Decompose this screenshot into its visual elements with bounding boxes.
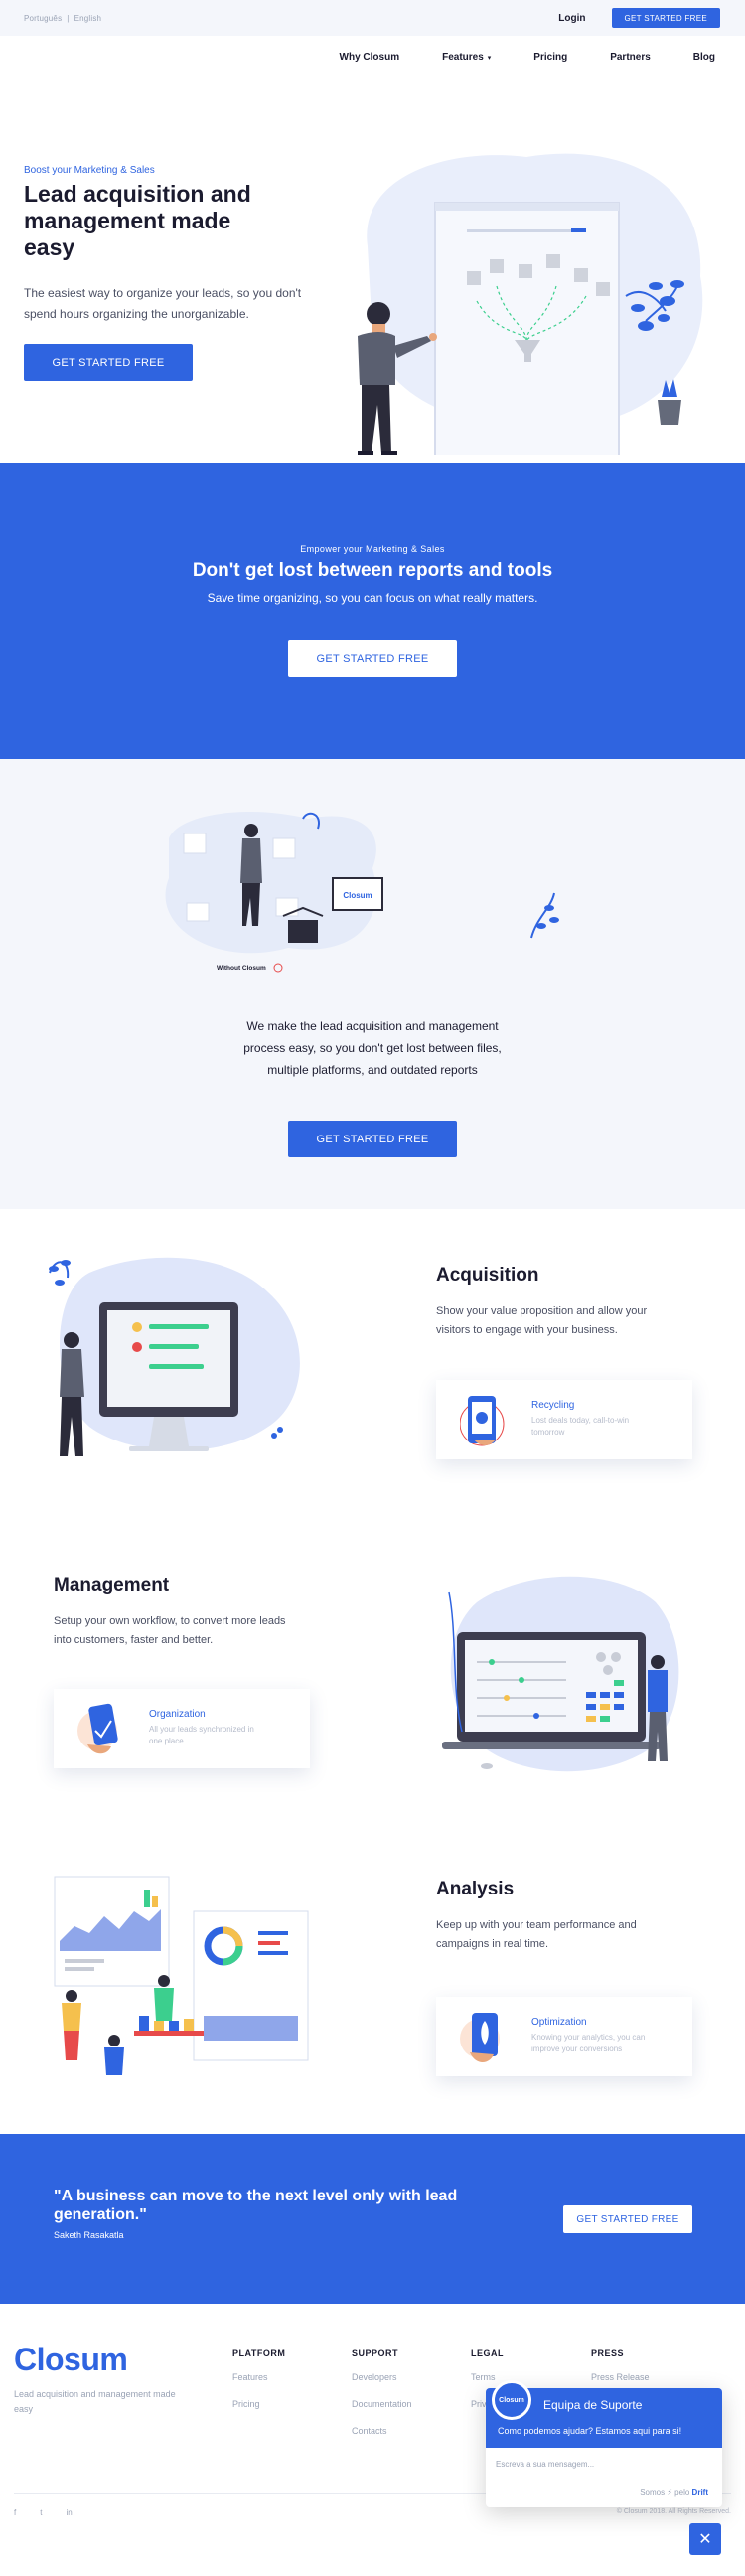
recycling-card-desc: Lost deals today, call-to-win tomorrow [531, 1416, 630, 1437]
analysis-illustration [54, 1876, 309, 2075]
cta-band: Empower your Marketing & Sales Don't get… [0, 463, 745, 759]
footer-link-press-release[interactable]: Press Release [591, 2372, 650, 2382]
acquisition-description: Show your value proposition and allow yo… [436, 1305, 648, 1336]
recycling-phone-icon [460, 1396, 505, 1446]
footer-link-contacts[interactable]: Contacts [352, 2426, 412, 2436]
hero-description: The easiest way to organize your leads, … [24, 286, 302, 321]
footer-col-heading: SUPPORT [352, 2349, 399, 2358]
quote-author: Saketh Rasakatla [54, 2230, 124, 2240]
without-closum-label: Without Closum [217, 965, 266, 972]
analysis-title: Analysis [436, 1879, 515, 1899]
nav-why-closum[interactable]: Why Closum [340, 52, 400, 63]
acquisition-section: Acquisition Show your value proposition … [0, 1209, 745, 1513]
footer-col-heading: LEGAL [471, 2349, 504, 2358]
hero-get-started-button[interactable]: GET STARTED FREE [24, 344, 193, 381]
recycling-card[interactable]: Recycling Lost deals today, call-to-win … [436, 1380, 692, 1459]
management-description: Setup your own workflow, to convert more… [54, 1615, 286, 1646]
quote-text: "A business can move to the next level o… [54, 2188, 458, 2223]
hero-section: Boost your Marketing & Sales Lead acquis… [0, 77, 745, 463]
chat-powered-by: Somos ⚡ pelo Drift [640, 2488, 708, 2497]
main-nav: Why Closum Features ▾ Pricing Partners Bl… [0, 36, 745, 77]
quote-get-started-button[interactable]: GET STARTED FREE [563, 2205, 692, 2233]
nav-blog[interactable]: Blog [693, 52, 715, 63]
optimization-card-desc: Knowing your analytics, you can improve … [531, 2033, 646, 2053]
footer-link-documentation[interactable]: Documentation [352, 2399, 412, 2409]
login-link[interactable]: Login [558, 13, 585, 24]
analysis-section: Analysis Keep up with your team performa… [0, 1817, 745, 2134]
chevron-down-icon: ▾ [487, 54, 492, 62]
language-switcher: Português | English [24, 14, 101, 23]
organization-card-title: Organization [149, 1709, 206, 1720]
chat-help-text: Como podemos ajudar? Estamos aqui para s… [498, 2426, 682, 2436]
topbar-actions: Login GET STARTED FREE [558, 8, 720, 28]
mini-logo: Closum [343, 891, 372, 900]
nav-partners[interactable]: Partners [610, 52, 651, 63]
footer-col-support: SUPPORT Developers Documentation Contact… [352, 2349, 412, 2453]
hero-kicker: Boost your Marketing & Sales [24, 165, 155, 176]
hero-illustration [358, 153, 703, 455]
acquisition-title: Acquisition [436, 1265, 539, 1286]
linkedin-icon[interactable]: in [66, 2508, 72, 2517]
without-closum-section: Closum Without Closum We make the lead a… [0, 759, 745, 1209]
copyright: © Closum 2018. All Rights Reserved. [616, 2508, 731, 2515]
social-links: f t in [14, 2508, 73, 2517]
footer-link-developers[interactable]: Developers [352, 2372, 412, 2382]
twitter-icon[interactable]: t [40, 2508, 42, 2517]
management-section: Management Setup your own workflow, to c… [0, 1513, 745, 1817]
optimization-phone-icon [460, 2013, 500, 2062]
without-closum-text: We make the lead acquisition and managem… [243, 1019, 502, 1077]
footer-logo[interactable]: Closum [14, 2342, 128, 2378]
organization-card-desc: All your leads synchronized in one place [149, 1725, 254, 1745]
band-title: Don't get lost between reports and tools [192, 560, 553, 581]
optimization-card[interactable]: Optimization Knowing your analytics, you… [436, 1997, 692, 2076]
facebook-icon[interactable]: f [14, 2508, 16, 2517]
without-closum-illustration: Closum Without Closum [165, 811, 559, 973]
lang-portuguese-link[interactable]: Português [24, 14, 62, 23]
footer-link-features[interactable]: Features [232, 2372, 285, 2382]
chat-powered-mid: ⚡ pelo [667, 2488, 690, 2497]
management-illustration [442, 1576, 679, 1772]
chat-avatar: Closum [492, 2380, 531, 2420]
nomore-get-started-button[interactable]: GET STARTED FREE [288, 1121, 457, 1157]
chat-close-button[interactable]: ✕ [689, 2523, 721, 2555]
analysis-description: Keep up with your team performance and c… [436, 1919, 637, 1950]
quote-section: "A business can move to the next level o… [0, 2134, 745, 2304]
top-bar: Português | English Login GET STARTED FREE [0, 0, 745, 36]
recycling-card-title: Recycling [531, 1400, 575, 1411]
management-title: Management [54, 1575, 170, 1595]
footer-col-platform: PLATFORM Features Pricing [232, 2349, 285, 2426]
optimization-card-title: Optimization [531, 2017, 587, 2028]
band-subtitle: Save time organizing, so you can focus o… [207, 591, 538, 605]
footer-tagline: Lead acquisition and management made eas… [14, 2389, 176, 2414]
acquisition-illustration [49, 1257, 300, 1456]
nav-features[interactable]: Features ▾ [442, 52, 491, 63]
lang-separator: | [67, 13, 70, 23]
hero-title: Lead acquisition and management made eas… [24, 181, 251, 260]
topbar-get-started-button[interactable]: GET STARTED FREE [611, 8, 720, 28]
footer-col-heading: PRESS [591, 2349, 625, 2358]
organization-card[interactable]: Organization All your leads synchronized… [54, 1689, 310, 1768]
organization-phone-icon [77, 1703, 118, 1754]
chat-powered-prefix: Somos [640, 2488, 666, 2497]
footer-col-heading: PLATFORM [232, 2349, 286, 2358]
drift-link[interactable]: Drift [692, 2488, 708, 2497]
band-kicker: Empower your Marketing & Sales [300, 544, 445, 554]
footer-link-pricing[interactable]: Pricing [232, 2399, 285, 2409]
lang-english-link[interactable]: English [74, 14, 102, 23]
band-get-started-button[interactable]: GET STARTED FREE [288, 640, 457, 677]
nav-pricing[interactable]: Pricing [533, 52, 567, 63]
nav-features-label: Features [442, 51, 484, 63]
chat-message-input[interactable]: Escreva a sua mensagem... [496, 2460, 594, 2469]
chat-team-name: Equipa de Suporte [543, 2398, 643, 2412]
footer-link-terms[interactable]: Terms [471, 2372, 504, 2382]
